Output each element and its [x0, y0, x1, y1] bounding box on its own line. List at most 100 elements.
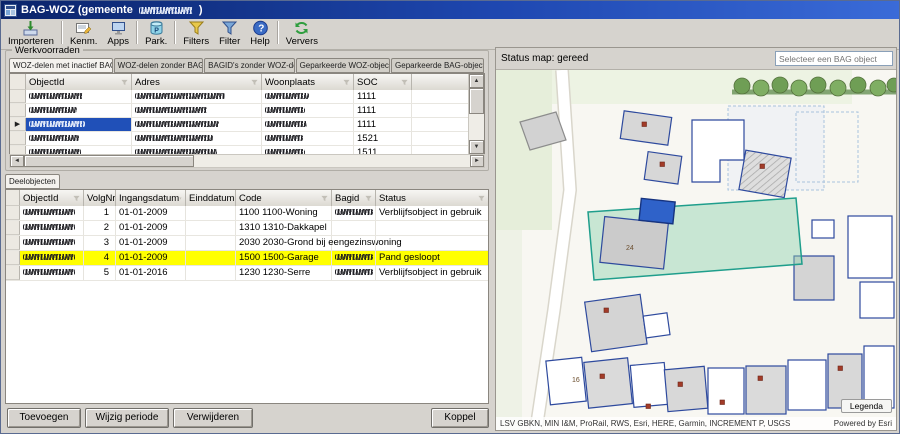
cell-objectid-selected — [26, 118, 132, 131]
column-filter-icon[interactable] — [73, 195, 80, 202]
column-filter-icon[interactable] — [121, 79, 128, 86]
cell-objectid — [20, 266, 84, 280]
koppel-button[interactable]: Koppel — [431, 408, 489, 428]
column-header-objectid[interactable]: ObjectId — [26, 74, 132, 90]
row-selector[interactable] — [10, 104, 26, 117]
cell-ingangsdatum: 01-01-2009 — [116, 236, 186, 250]
column-filter-icon[interactable] — [251, 79, 258, 86]
tab-geparkeerde-woz-objecten[interactable]: Geparkeerde WOZ-objecten — [296, 58, 390, 73]
redacted-text — [29, 93, 83, 99]
column-filter-icon[interactable] — [478, 195, 485, 202]
table-row[interactable]: 1521 — [10, 132, 469, 146]
tab-bagids-zonder-woz-deel[interactable]: BAGID's zonder WOZ-deel — [204, 58, 294, 73]
bag-object-search-input[interactable] — [775, 51, 893, 66]
column-header-adres[interactable]: Adres — [132, 74, 262, 90]
column-header-label: Einddatum — [189, 193, 234, 204]
cell-volgnr: 1 — [84, 206, 116, 220]
column-header-ingangsdatum[interactable]: Ingangsdatum — [116, 190, 186, 206]
scroll-right-button[interactable]: ► — [470, 155, 484, 167]
grid-header-row: ObjectId Adres Woonplaats SOC — [10, 74, 469, 91]
cell-soc: 1111 — [354, 118, 412, 131]
row-selector[interactable] — [10, 90, 26, 103]
redacted-text — [135, 121, 219, 127]
table-row[interactable]: 3 01-01-2009 2030 2030-Grond bij eengezi… — [6, 236, 488, 251]
cell-adres — [132, 90, 262, 103]
table-row[interactable]: 1111 — [10, 104, 469, 118]
column-header-objectid[interactable]: ObjectId — [20, 190, 84, 206]
scroll-up-button[interactable]: ▲ — [469, 74, 484, 88]
cell-objectid — [20, 206, 84, 220]
title-bar: BAG-WOZ (gemeente ) — [1, 1, 899, 19]
legenda-button[interactable]: Legenda — [841, 399, 892, 413]
column-filter-icon[interactable] — [179, 195, 182, 202]
table-row[interactable]: 2 01-01-2009 1310 1310-Dakkapel — [6, 221, 488, 236]
column-header-einddatum[interactable]: Einddatum — [186, 190, 236, 206]
scroll-down-button[interactable]: ▼ — [469, 140, 484, 154]
redacted-text — [265, 121, 307, 127]
svg-text:?: ? — [258, 24, 264, 35]
toolbar-separator — [61, 21, 63, 44]
table-row[interactable]: 1111 — [10, 90, 469, 104]
toolbar-ververs[interactable]: Ververs — [281, 20, 323, 47]
row-selector[interactable] — [6, 236, 20, 250]
toolbar-parkeren[interactable]: P Park. — [140, 20, 172, 47]
toolbar-apps[interactable]: Apps — [102, 20, 134, 47]
redacted-text — [23, 254, 75, 260]
horizontal-scrollbar[interactable]: ◄ ► — [9, 154, 485, 168]
toolbar-importeren[interactable]: Importeren — [3, 20, 59, 47]
tab-deelobjecten[interactable]: Deelobjecten — [5, 174, 60, 189]
column-header-code[interactable]: Code — [236, 190, 332, 206]
tab-woz-delen-zonder-bagid[interactable]: WOZ-delen zonder BAGID — [114, 58, 203, 73]
cell-woonplaats — [262, 104, 354, 117]
column-header-volgnr[interactable]: VolgNr — [84, 190, 116, 206]
map-canvas[interactable]: 24 16 Leg — [496, 70, 896, 430]
toevoegen-button[interactable]: Toevoegen — [7, 408, 81, 428]
column-header-woonplaats[interactable]: Woonplaats — [262, 74, 354, 90]
grid-header-row: ObjectId VolgNr Ingangsdatum Einddatum C… — [6, 190, 488, 207]
column-filter-icon[interactable] — [365, 195, 372, 202]
scroll-left-button[interactable]: ◄ — [10, 155, 24, 167]
wijzig-periode-button[interactable]: Wijzig periode — [85, 408, 169, 428]
tab-geparkeerde-bag-objecten[interactable]: Geparkeerde BAG-objecten — [391, 58, 484, 73]
selected-building[interactable] — [639, 198, 675, 223]
cell-objectid — [26, 104, 132, 117]
column-filter-icon[interactable] — [401, 79, 408, 86]
column-filter-icon[interactable] — [343, 79, 350, 86]
verwijderen-button[interactable]: Verwijderen — [173, 408, 253, 428]
cell-code: 2030 2030-Grond bij eengezinswoning — [236, 236, 332, 250]
app-icon — [4, 4, 17, 17]
row-selector[interactable] — [6, 251, 20, 265]
column-header-soc[interactable]: SOC — [354, 74, 412, 90]
parcel-building: 24 — [600, 217, 668, 269]
column-filter-icon[interactable] — [321, 195, 328, 202]
toolbar-help[interactable]: ? Help — [245, 20, 275, 47]
row-selector[interactable] — [6, 206, 20, 220]
cell-code: 1100 1100-Woning — [236, 206, 332, 220]
map-image: 24 16 — [496, 70, 896, 430]
scrollbar-thumb[interactable] — [469, 88, 484, 114]
table-row[interactable]: 1 01-01-2009 1100 1100-Woning Verblijfso… — [6, 206, 488, 221]
cell-code: 1500 1500-Garage — [236, 251, 332, 265]
cell-status: Pand gesloopt — [376, 251, 488, 265]
table-row-highlighted[interactable]: 4 01-01-2009 1500 1500-Garage Pand geslo… — [6, 251, 488, 266]
row-selector[interactable] — [6, 221, 20, 235]
table-row-selected[interactable]: ▶ 1111 — [10, 118, 469, 132]
redacted-text — [29, 121, 85, 127]
column-header-label: Status — [379, 193, 406, 204]
scrollbar-thumb[interactable] — [24, 155, 194, 167]
column-header-status[interactable]: Status — [376, 190, 488, 206]
toolbar-kenmerken[interactable]: Kenm. — [65, 20, 102, 47]
column-header-label: Ingangsdatum — [119, 193, 179, 204]
toolbar-filter[interactable]: Filter — [214, 20, 245, 47]
tab-woz-delen-met-inactief-bagid[interactable]: WOZ-delen met inactief BAGID — [9, 58, 113, 73]
cell-bagid — [332, 206, 376, 220]
vertical-scrollbar[interactable]: ▲ ▼ — [468, 74, 484, 154]
form-pencil-icon — [75, 20, 92, 36]
column-header-label: ObjectId — [23, 193, 58, 204]
row-selector[interactable] — [6, 266, 20, 280]
toolbar-filters[interactable]: Filters — [178, 20, 214, 47]
row-selector-current[interactable]: ▶ — [10, 118, 26, 131]
row-selector[interactable] — [10, 132, 26, 145]
table-row[interactable]: 5 01-01-2016 1230 1230-Serre Verblijfsob… — [6, 266, 488, 281]
column-header-bagid[interactable]: Bagid — [332, 190, 376, 206]
